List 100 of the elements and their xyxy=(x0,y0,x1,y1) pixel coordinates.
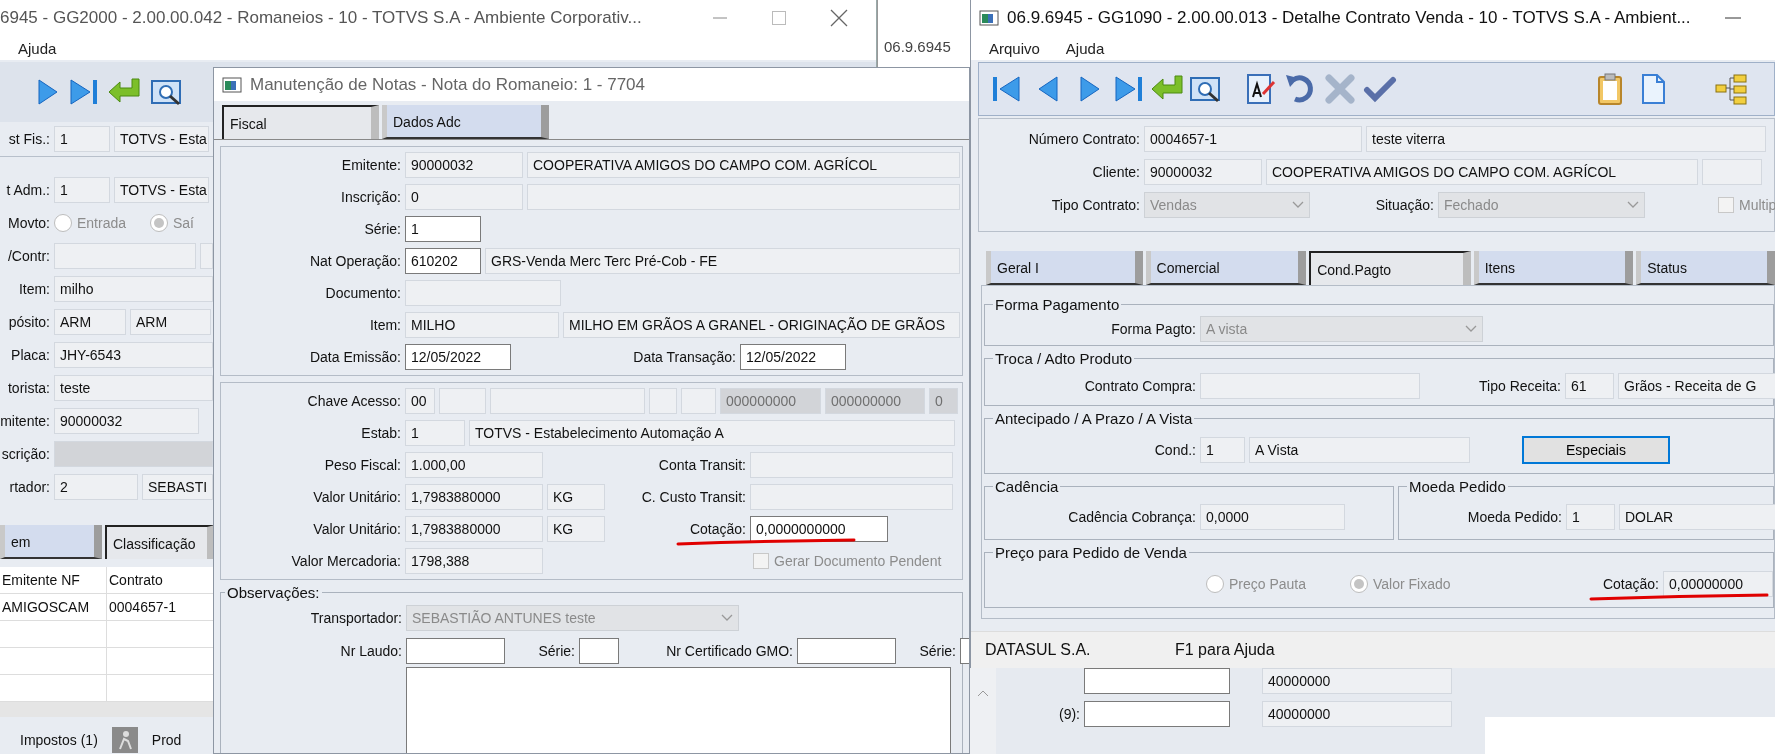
text-field[interactable]: teste viterra xyxy=(1366,125,1766,152)
input-field[interactable] xyxy=(1084,668,1230,694)
field-label: scrição: xyxy=(1,445,50,462)
menu-item[interactable]: Arquivo xyxy=(989,39,1040,57)
text-field[interactable]: 90000032 xyxy=(405,152,523,178)
text-field[interactable]: milho xyxy=(54,275,213,302)
text-field[interactable]: MILHO EM GRÃOS A GRANEL - ORIGINAÇÃO DE GRÃOS xyxy=(563,312,960,338)
field-label: Nat Operação: xyxy=(309,253,401,269)
text-field[interactable] xyxy=(405,280,561,306)
input-field[interactable]: 0,0000000000 xyxy=(750,516,888,542)
text-field[interactable]: 40000000 xyxy=(1262,668,1452,694)
text-field[interactable]: 90000032 xyxy=(1144,158,1262,185)
toolbar-button[interactable]: Prod xyxy=(151,731,182,748)
text-field[interactable]: COOPERATIVA AMIGOS DO CAMPO COM. AGRÍCOL xyxy=(527,152,960,178)
text-field[interactable]: 1 xyxy=(54,125,110,152)
text-field[interactable]: TOTVS - Esta xyxy=(114,125,209,152)
radio-label: Valor Fixado xyxy=(1373,576,1451,592)
text-field[interactable]: A Vista xyxy=(1249,437,1470,463)
caret-icon xyxy=(721,613,733,622)
text-field[interactable] xyxy=(490,388,645,414)
menu-item[interactable]: Ajuda xyxy=(18,39,57,57)
field-label: st Fis.: xyxy=(8,130,50,147)
text-field[interactable]: 1 xyxy=(1566,504,1615,530)
text-field[interactable] xyxy=(649,388,677,414)
text-field[interactable]: 2 xyxy=(54,473,138,500)
input-field[interactable] xyxy=(960,637,969,664)
text-field[interactable]: 1,7983880000 xyxy=(405,484,543,510)
field-label: C. Custo Transit: xyxy=(641,489,746,505)
text-field[interactable] xyxy=(527,184,960,210)
text-field[interactable] xyxy=(439,388,486,414)
input-field[interactable]: 12/05/2022 xyxy=(405,344,511,370)
tab[interactable]: Comercial xyxy=(1145,251,1307,285)
figure-icon[interactable] xyxy=(111,726,138,753)
text-field[interactable]: 1 xyxy=(1200,437,1245,463)
text-field[interactable]: 90000032 xyxy=(54,407,199,434)
text-field[interactable]: 00 xyxy=(405,388,435,414)
text-field[interactable]: ARM xyxy=(54,308,126,335)
text-field[interactable] xyxy=(1702,158,1762,185)
text-field[interactable]: 1,7983880000 xyxy=(405,516,543,542)
tab[interactable]: Geral I xyxy=(986,251,1143,285)
text-field[interactable]: 1 xyxy=(405,420,465,446)
text-field[interactable] xyxy=(750,452,953,478)
field-label: Número Contrato: xyxy=(1028,130,1140,147)
tab[interactable]: Classificação xyxy=(105,525,215,559)
text-field[interactable]: 0 xyxy=(405,184,523,210)
field-label: Peso Fiscal: xyxy=(324,457,401,473)
input-field[interactable] xyxy=(797,637,896,664)
tab[interactable]: Itens xyxy=(1473,251,1634,285)
text-field[interactable]: DOLAR xyxy=(1619,504,1775,530)
input-field[interactable] xyxy=(1084,700,1230,727)
text-field[interactable]: TOTVS - Esta xyxy=(114,176,209,203)
text-field[interactable]: 1.000,00 xyxy=(405,452,543,478)
text-field[interactable]: COOPERATIVA AMIGOS DO CAMPO COM. AGRÍCOL xyxy=(1266,158,1698,185)
text-field[interactable] xyxy=(1200,373,1420,399)
field-label: Estab: xyxy=(361,425,401,441)
text-field[interactable]: JHY-6543 xyxy=(54,341,213,368)
tab[interactable]: Fiscal xyxy=(222,105,379,139)
text-field[interactable]: 1798,388 xyxy=(405,548,543,574)
text-field[interactable]: 0,00000000 xyxy=(1663,571,1773,597)
hierarchy-icon[interactable] xyxy=(1714,72,1748,106)
text-field[interactable]: KG xyxy=(547,516,605,542)
text-field[interactable]: Grãos - Receita de G xyxy=(1618,373,1775,399)
tab[interactable]: Cond.Pagto xyxy=(1309,251,1471,285)
text-field[interactable] xyxy=(750,484,953,510)
field-label: t Adm.: xyxy=(6,181,50,198)
text-field[interactable]: MILHO xyxy=(405,312,559,338)
input-field[interactable]: 1 xyxy=(405,216,481,242)
close-icon[interactable] xyxy=(830,9,848,27)
menu-item[interactable]: Ajuda xyxy=(1065,39,1105,57)
text-field[interactable] xyxy=(200,242,213,269)
text-field[interactable]: GRS-Venda Merc Terc Pré-Cob - FE xyxy=(485,248,960,274)
text-field[interactable]: SEBASTI xyxy=(142,473,213,500)
scrollbar[interactable] xyxy=(0,702,214,718)
group-title: Troca / Adto Produto xyxy=(994,350,1134,367)
tab[interactable]: Status xyxy=(1636,251,1775,285)
field-label: Série: xyxy=(919,642,956,659)
action-button[interactable]: Especiais xyxy=(1522,436,1670,464)
input-field[interactable]: 12/05/2022 xyxy=(740,344,846,370)
text-field[interactable]: TOTVS - Estabelecimento Automação A xyxy=(469,420,955,446)
text-field[interactable]: 0004657-1 xyxy=(1144,125,1362,152)
input-field[interactable] xyxy=(579,637,619,664)
input-field[interactable] xyxy=(406,637,505,664)
toolbar-button[interactable]: Impostos (1) xyxy=(20,731,98,748)
text-field[interactable]: KG xyxy=(547,484,605,510)
text-field[interactable]: ARM xyxy=(130,308,211,335)
text-field[interactable] xyxy=(54,242,196,269)
field-label: Forma Pagto: xyxy=(1111,321,1196,337)
text-field[interactable]: 1 xyxy=(54,176,110,203)
tab[interactable]: em xyxy=(0,525,102,559)
text-field[interactable]: teste xyxy=(54,374,213,401)
text-field[interactable]: 40000000 xyxy=(1262,700,1452,727)
maximize-icon[interactable] xyxy=(772,11,786,25)
field-label: Cliente: xyxy=(1092,163,1140,180)
tab[interactable]: Dados Adc xyxy=(382,105,549,139)
cross-icon[interactable] xyxy=(1323,72,1357,106)
input-field[interactable]: 610202 xyxy=(405,248,481,274)
text-field[interactable] xyxy=(681,388,716,414)
text-field[interactable]: 61 xyxy=(1565,373,1614,399)
caret-icon xyxy=(1292,200,1304,209)
text-field[interactable]: 0,0000 xyxy=(1200,504,1345,530)
